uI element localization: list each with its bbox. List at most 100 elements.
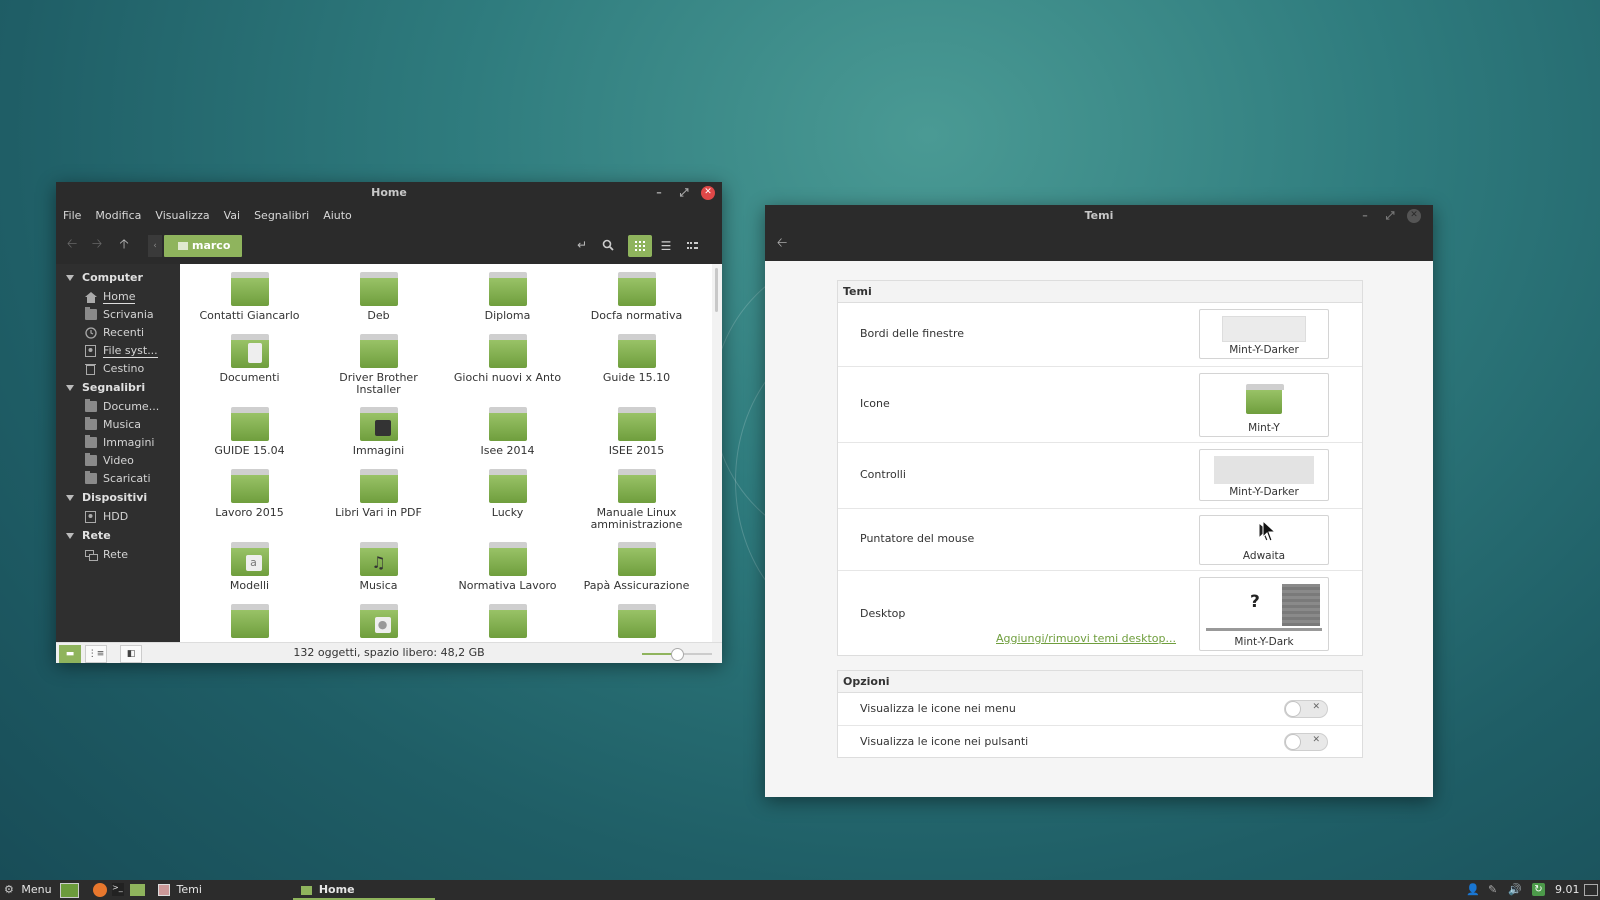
- menu-file[interactable]: File: [63, 209, 81, 222]
- forward-button[interactable]: 🡢: [86, 235, 108, 255]
- clock[interactable]: 9.01: [1555, 880, 1580, 900]
- file-item[interactable]: Lucky: [443, 461, 572, 534]
- file-item[interactable]: Immagini: [314, 399, 443, 461]
- sidebar-heading-computer[interactable]: Computer: [56, 268, 180, 288]
- file-item[interactable]: Deb: [314, 264, 443, 326]
- file-item[interactable]: Lavoro 2015: [185, 461, 314, 534]
- firefox-launcher[interactable]: [93, 883, 107, 897]
- user-icon[interactable]: 👤: [1466, 880, 1480, 900]
- file-item[interactable]: Normativa Lavoro: [443, 534, 572, 596]
- sidebar-item-desktop[interactable]: Scrivania: [56, 306, 180, 324]
- desktop-theme-button[interactable]: ? Mint-Y-Dark: [1199, 577, 1329, 651]
- menu-edit[interactable]: Modifica: [95, 209, 141, 222]
- show-desktop-launcher[interactable]: [60, 883, 79, 898]
- window-button-temi[interactable]: Temi: [158, 880, 202, 900]
- sidebar-item-hdd[interactable]: HDD: [56, 508, 180, 526]
- menu-go[interactable]: Vai: [224, 209, 240, 222]
- window-borders-theme-button[interactable]: Mint-Y-Darker: [1199, 309, 1329, 359]
- breadcrumb-current[interactable]: marco: [164, 235, 243, 257]
- places-sidebar: Computer Home Scrivania Recenti File sys…: [56, 264, 180, 642]
- files-launcher[interactable]: [130, 884, 145, 896]
- file-item[interactable]: GUIDE 15.04: [185, 399, 314, 461]
- file-item[interactable]: a Modelli: [185, 534, 314, 596]
- back-button[interactable]: 🡠: [771, 234, 793, 254]
- file-item[interactable]: Giochi nuovi x Anto: [443, 326, 572, 399]
- update-manager-icon[interactable]: ↻: [1532, 883, 1545, 896]
- file-name: Isee 2014: [480, 444, 535, 457]
- drive-icon: [85, 511, 97, 523]
- menu-help[interactable]: Aiuto: [323, 209, 352, 222]
- menu-button[interactable]: ⚙ Menu: [4, 880, 52, 900]
- breadcrumb-scroll-left[interactable]: ‹: [148, 235, 162, 257]
- sidebar-item-recent[interactable]: Recenti: [56, 324, 180, 342]
- compact-view-button[interactable]: [680, 235, 704, 257]
- folder-icon: [488, 469, 527, 503]
- file-item[interactable]: ISEE 2015: [572, 399, 701, 461]
- file-item[interactable]: Diploma: [443, 264, 572, 326]
- file-item[interactable]: Papà Assicurazione: [572, 534, 701, 596]
- add-remove-desktop-themes-link[interactable]: Aggiungi/rimuovi temi desktop...: [996, 632, 1176, 645]
- file-item[interactable]: Libri Vari in PDF: [314, 461, 443, 534]
- file-item[interactable]: [572, 596, 701, 642]
- icons-theme-button[interactable]: Mint-Y: [1199, 373, 1329, 437]
- sidebar-heading-devices[interactable]: Dispositivi: [56, 488, 180, 508]
- sidebar-item-documents[interactable]: Docume...: [56, 398, 180, 416]
- file-item[interactable]: Isee 2014: [443, 399, 572, 461]
- file-item[interactable]: ●: [314, 596, 443, 642]
- sidebar-item-home[interactable]: Home: [56, 288, 180, 306]
- up-button[interactable]: 🡡: [113, 235, 135, 255]
- row-label: Bordi delle finestre: [860, 327, 965, 340]
- file-item[interactable]: Driver Brother Installer: [314, 326, 443, 399]
- maximize-button[interactable]: ⤢: [676, 182, 692, 204]
- sidebar-item-downloads[interactable]: Scaricati: [56, 470, 180, 488]
- themes-titlebar[interactable]: Temi – ⤢ ✕: [765, 205, 1433, 227]
- pen-icon[interactable]: ✎: [1488, 880, 1497, 900]
- maximize-button[interactable]: ⤢: [1382, 205, 1398, 227]
- toggle-knob: [1285, 734, 1301, 750]
- vertical-scrollbar[interactable]: [712, 264, 722, 642]
- volume-icon[interactable]: 🔊: [1508, 880, 1522, 900]
- menu-view[interactable]: Visualizza: [155, 209, 209, 222]
- sidebar-item-network[interactable]: Rete: [56, 546, 180, 564]
- show-desktop-icon[interactable]: [1584, 884, 1598, 896]
- window-button-home[interactable]: Home: [293, 880, 435, 900]
- file-item[interactable]: [443, 596, 572, 642]
- close-button[interactable]: ✕: [1407, 209, 1421, 223]
- file-item[interactable]: [185, 596, 314, 642]
- row-label: Visualizza le icone nei pulsanti: [860, 735, 1029, 748]
- menu-icons-toggle[interactable]: ✕: [1284, 700, 1328, 718]
- back-button[interactable]: 🡠: [61, 235, 83, 255]
- location-toggle-button[interactable]: ↵: [571, 235, 593, 255]
- minimize-button[interactable]: –: [651, 182, 667, 204]
- list-view-button[interactable]: ☰: [654, 235, 678, 257]
- file-item[interactable]: Manuale Linux amministrazione: [572, 461, 701, 534]
- file-name: Guide 15.10: [602, 371, 671, 384]
- button-icons-toggle[interactable]: ✕: [1284, 733, 1328, 751]
- menu-bookmarks[interactable]: Segnalibri: [254, 209, 309, 222]
- zoom-slider-handle[interactable]: [671, 648, 684, 661]
- unknown-preview-icon: ?: [1250, 592, 1260, 612]
- sidebar-heading-bookmarks[interactable]: Segnalibri: [56, 378, 180, 398]
- file-item[interactable]: Docfa normativa: [572, 264, 701, 326]
- file-manager-titlebar[interactable]: Home – ⤢ ✕: [56, 182, 722, 204]
- sidebar-item-pictures[interactable]: Immagini: [56, 434, 180, 452]
- file-view[interactable]: Contatti Giancarlo Deb Diploma Docfa nor…: [180, 264, 712, 642]
- file-item[interactable]: Guide 15.10: [572, 326, 701, 399]
- sidebar-item-trash[interactable]: Cestino: [56, 360, 180, 378]
- sidebar-item-label: Cestino: [103, 362, 145, 375]
- file-item[interactable]: Contatti Giancarlo: [185, 264, 314, 326]
- close-button[interactable]: ✕: [701, 186, 715, 200]
- sidebar-heading-network[interactable]: Rete: [56, 526, 180, 546]
- file-item[interactable]: Documenti: [185, 326, 314, 399]
- icon-view-button[interactable]: [628, 235, 652, 257]
- controls-theme-button[interactable]: Mint-Y-Darker: [1199, 449, 1329, 501]
- search-button[interactable]: [597, 235, 619, 255]
- zoom-slider[interactable]: [642, 648, 712, 661]
- sidebar-item-music[interactable]: Musica: [56, 416, 180, 434]
- terminal-launcher[interactable]: >_: [112, 883, 124, 896]
- sidebar-item-video[interactable]: Video: [56, 452, 180, 470]
- scrollbar-thumb[interactable]: [715, 268, 718, 312]
- sidebar-item-filesystem[interactable]: File syst...: [56, 342, 180, 360]
- minimize-button[interactable]: –: [1357, 205, 1373, 227]
- file-item[interactable]: ♫ Musica: [314, 534, 443, 596]
